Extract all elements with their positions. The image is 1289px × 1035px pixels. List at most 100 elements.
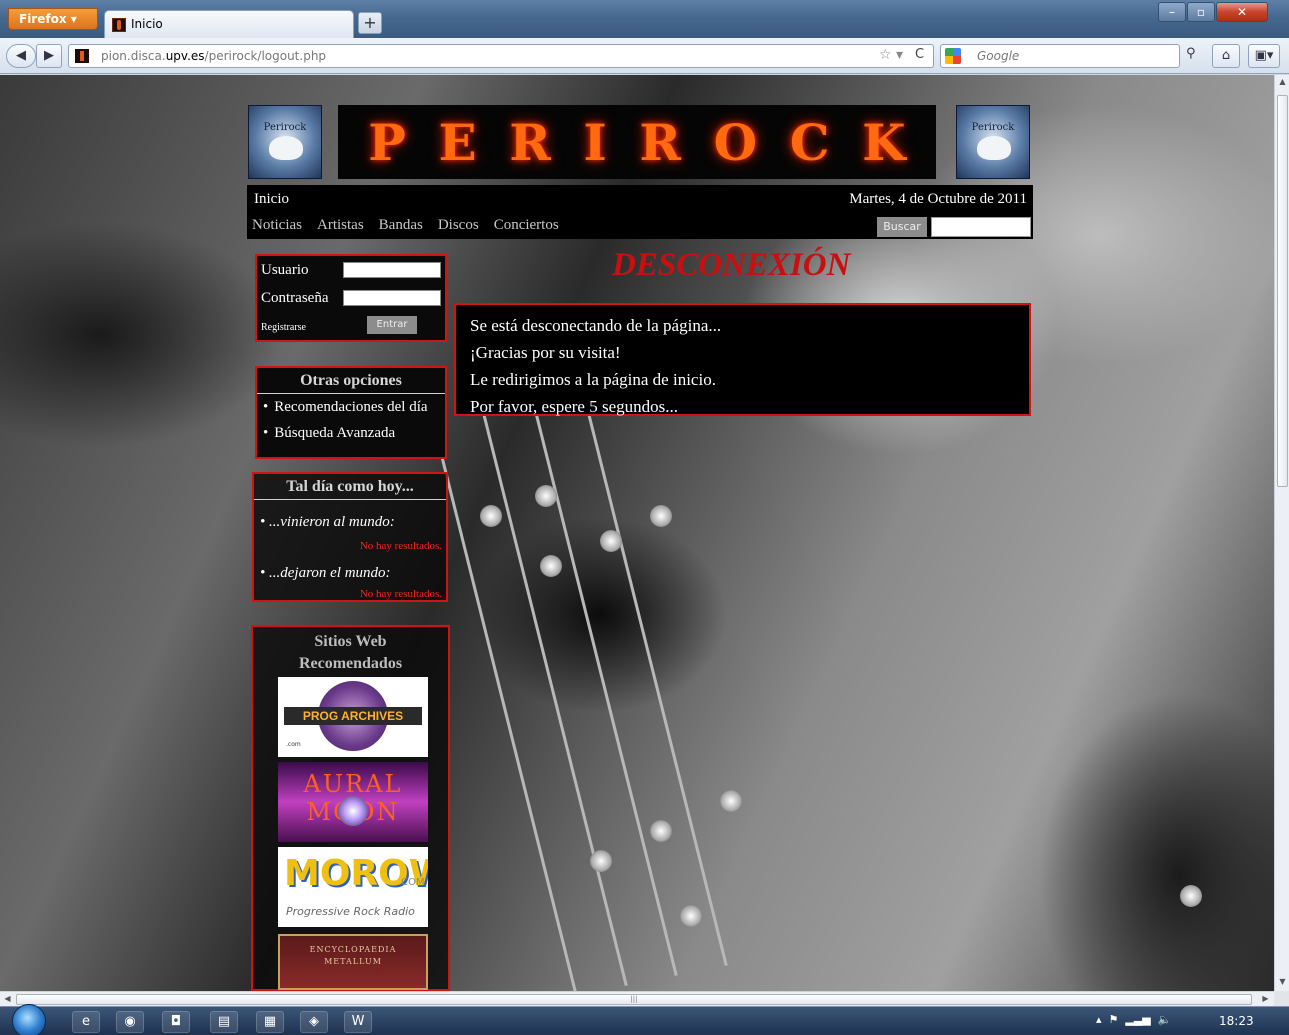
password-label: Contraseña (261, 290, 329, 306)
menu-link-bandas[interactable]: Bandas (379, 217, 423, 234)
address-bar[interactable]: pion.disca.upv.es/perirock/logout.php ☆ … (68, 44, 934, 68)
navigation-toolbar: ◀ ▶ pion.disca.upv.es/perirock/logout.ph… (0, 38, 1289, 74)
system-tray[interactable]: ▴ ⚑ ▂▃▅ 🔈 (1096, 1013, 1171, 1026)
forward-button[interactable]: ▶ (36, 44, 62, 68)
logo-caption: Perirock (263, 122, 307, 133)
paint-icon[interactable]: ◈ (300, 1011, 328, 1033)
notepad-icon[interactable]: ▦ (256, 1011, 284, 1033)
bookmarks-button[interactable]: ▣▾ (1248, 44, 1280, 68)
recommended-sites-panel: Sitios Web Recomendados PROG ARCHIVES .c… (251, 625, 450, 991)
perirock-favicon-icon (112, 18, 126, 32)
option-label: Búsqueda Avanzada (274, 425, 396, 441)
start-button[interactable] (12, 1004, 46, 1035)
scroll-left-icon[interactable]: ◀ (0, 994, 15, 1003)
message-line: ¡Gracias por su visita! (470, 343, 621, 362)
moon-eye-icon (338, 796, 368, 826)
message-line: Le redirigimos a la página de inicio. (470, 370, 716, 389)
banner-letter: P (368, 112, 406, 172)
site-identity-icon (75, 49, 89, 63)
url-text: pion.disca.upv.es/perirock/logout.php (101, 49, 327, 63)
progarchives-logo-text: PROG ARCHIVES (284, 707, 422, 725)
menu-links: Noticias Artistas Bandas Discos Conciert… (252, 217, 559, 234)
pickup-pole (720, 790, 742, 812)
option-recommendations[interactable]: • Recomendaciones del día (257, 394, 445, 420)
tab-inicio[interactable]: Inicio (104, 10, 354, 38)
login-button[interactable]: Entrar (367, 316, 417, 334)
auralmoon-link[interactable]: AURAL MOON (278, 762, 428, 842)
banner-letter: R (639, 112, 681, 172)
pickup-pole (600, 530, 622, 552)
vertical-scroll-thumb[interactable] (1277, 95, 1288, 487)
option-label: Recomendaciones del día (274, 399, 428, 415)
password-field[interactable] (343, 290, 441, 306)
file-explorer-icon[interactable]: ▤ (210, 1011, 238, 1033)
maximize-button[interactable]: ▫ (1187, 2, 1215, 22)
morow-subtitle: Progressive Rock Radio (286, 905, 415, 918)
horizontal-scroll-thumb[interactable]: ||| (16, 994, 1252, 1005)
virtualbox-icon[interactable]: ◘ (162, 1011, 190, 1033)
current-date: Martes, 4 de Octubre de 2011 (849, 191, 1027, 207)
bookmark-star-icon[interactable]: ☆ ▾ (879, 47, 903, 63)
google-icon[interactable] (945, 48, 961, 64)
site-search-input[interactable] (931, 217, 1031, 237)
internet-explorer-icon[interactable]: e (72, 1011, 100, 1033)
scroll-right-icon[interactable]: ▶ (1258, 994, 1273, 1003)
progarchives-link[interactable]: PROG ARCHIVES .com (278, 677, 428, 757)
search-placeholder: Google (977, 49, 1020, 63)
home-icon: ⌂ (1221, 48, 1231, 63)
other-options-title: Otras opciones (257, 368, 445, 394)
morow-link[interactable]: MOROW .COM Progressive Rock Radio (278, 847, 428, 927)
page-title: DESCONEXIÓN (612, 247, 851, 283)
banner-letter: I (583, 112, 607, 172)
login-panel: Usuario Contraseña Registrarse Entrar (255, 254, 447, 342)
vertical-scrollbar[interactable]: ▲ ▼ (1274, 75, 1289, 991)
site-search-button[interactable]: Buscar (877, 217, 927, 237)
died-label: • ...dejaron el mundo: (260, 565, 391, 581)
pickup-pole (535, 485, 557, 507)
windows-taskbar: e ◉ ◘ ▤ ▦ ◈ W ▴ ⚑ ▂▃▅ 🔈 18:23 (0, 1004, 1289, 1035)
progarchives-dotcom: .com (286, 741, 301, 748)
home-button[interactable]: ⌂ (1212, 44, 1240, 68)
option-advanced-search[interactable]: • Búsqueda Avanzada (257, 420, 445, 446)
firefox-menu-button[interactable]: Firefox ▾ (8, 8, 98, 30)
menu-link-noticias[interactable]: Noticias (252, 217, 302, 234)
minimize-button[interactable]: – (1158, 2, 1186, 22)
wamp-icon[interactable]: W (344, 1011, 372, 1033)
back-button[interactable]: ◀ (6, 44, 36, 68)
perirock-logo-right[interactable]: Perirock (956, 105, 1030, 179)
pickup-pole (680, 905, 702, 927)
pickup-pole (650, 505, 672, 527)
logo-caption: Perirock (971, 122, 1015, 133)
logout-message-panel: Se está desconectando de la página... ¡G… (454, 303, 1031, 416)
banner-letter: C (789, 112, 830, 172)
menu-link-discos[interactable]: Discos (438, 217, 479, 234)
search-bar[interactable]: Google (940, 44, 1180, 68)
perirock-logo-left[interactable]: Perirock (248, 105, 322, 179)
magnifier-icon[interactable]: ⚲ (1186, 46, 1206, 66)
pickup-pole (650, 820, 672, 842)
taskbar-clock: 18:23 (1219, 1014, 1254, 1028)
metallum-logo-text: ENCYCLOPAEDIA METALLUM (309, 945, 397, 966)
scroll-up-icon[interactable]: ▲ (1275, 77, 1289, 86)
menu-home-link[interactable]: Inicio (254, 191, 289, 208)
message-line: Se está desconectando de la página... (470, 316, 722, 335)
on-this-day-title: Tal día como hoy... (254, 474, 446, 500)
register-link[interactable]: Registrarse (261, 322, 306, 333)
username-field[interactable] (343, 262, 441, 278)
bullet-icon: • (263, 399, 269, 415)
horizontal-scrollbar[interactable]: ◀ ||| ▶ (0, 991, 1274, 1006)
born-no-results: No hay resultados. (359, 540, 442, 552)
menu-link-conciertos[interactable]: Conciertos (494, 217, 559, 234)
banner-letter: K (862, 112, 906, 172)
message-line: Por favor, espere 5 segundos... (470, 397, 678, 416)
reload-icon[interactable]: C (915, 47, 924, 62)
close-window-button[interactable]: ✕ (1216, 2, 1268, 22)
bullet-icon: • (263, 425, 269, 441)
scroll-down-icon[interactable]: ▼ (1275, 977, 1289, 986)
other-options-panel: Otras opciones • Recomendaciones del día … (255, 366, 447, 459)
new-tab-button[interactable]: + (358, 12, 382, 34)
banner-letter: R (509, 112, 551, 172)
firefox-icon[interactable]: ◉ (116, 1011, 144, 1033)
menu-link-artistas[interactable]: Artistas (317, 217, 364, 234)
metallum-link[interactable]: ENCYCLOPAEDIA METALLUM (278, 934, 428, 990)
